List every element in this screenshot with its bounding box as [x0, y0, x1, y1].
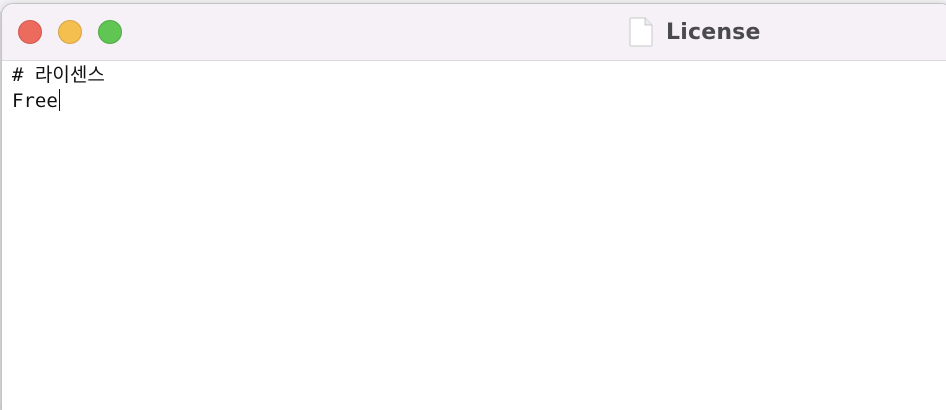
close-button[interactable] [18, 20, 42, 44]
minimize-button[interactable] [58, 20, 82, 44]
text-caret [58, 89, 60, 111]
title-bar[interactable]: License [2, 4, 946, 61]
editor-line-with-caret[interactable]: Free [12, 89, 60, 113]
editor-line-text[interactable]: Free [12, 90, 58, 112]
editor-line[interactable]: # 라이센스 [12, 63, 105, 87]
text-editor-area[interactable]: # 라이센스 Free [2, 61, 946, 410]
window-title: License [666, 19, 761, 45]
window-title-group: License [628, 17, 761, 47]
zoom-button[interactable] [98, 20, 122, 44]
text-editor-window: License # 라이센스 Free [2, 4, 946, 410]
document-icon [629, 17, 653, 47]
